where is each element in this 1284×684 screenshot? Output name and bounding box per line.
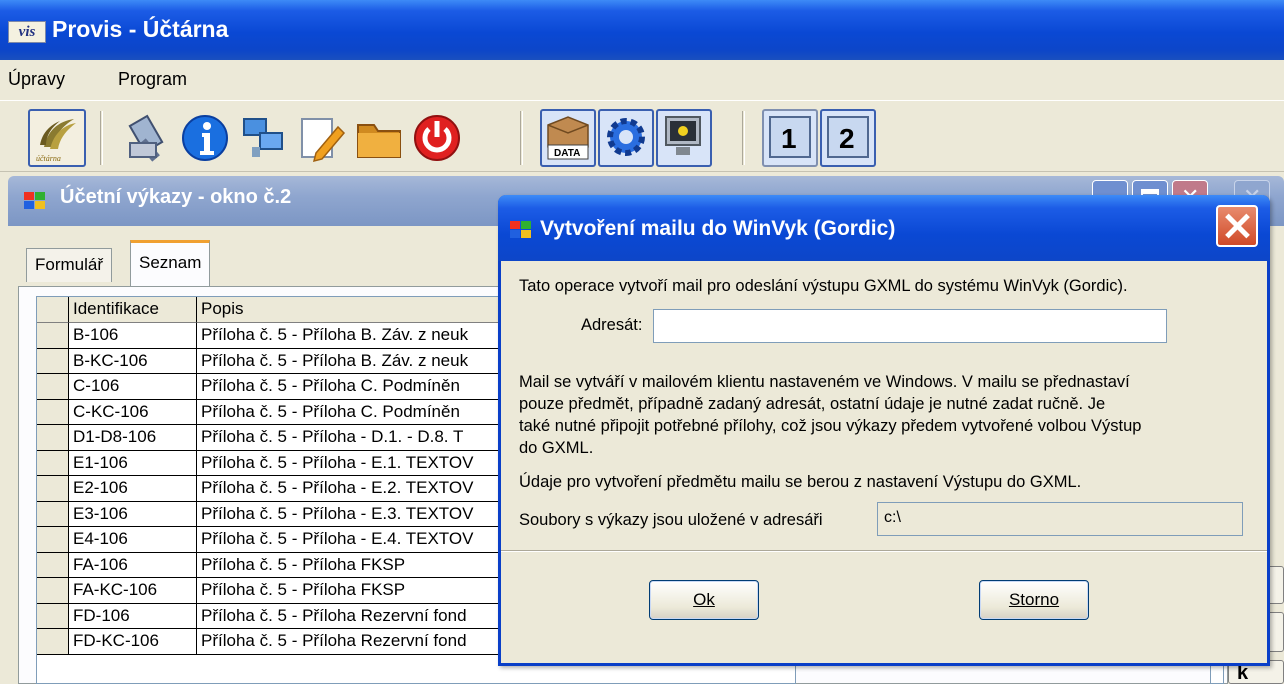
cell-identifikace: E4-106 [69,527,197,553]
child-window-title: Účetní výkazy - okno č.2 [60,186,292,208]
tab-seznam[interactable]: Seznam [130,240,211,286]
app-titlebar: vis Provis - Účtárna [0,0,1284,60]
row-selector[interactable] [37,603,69,629]
power-icon[interactable] [412,113,462,163]
uctarna-logo-icon: účtárna [36,119,76,163]
menubar: Úpravy Program [0,60,1284,100]
uctarna-button[interactable]: účtárna [28,109,86,167]
cell-identifikace: FD-KC-106 [69,629,197,655]
toolbar-separator [520,111,523,165]
cell-identifikace: FA-106 [69,552,197,578]
tools-icon[interactable] [122,113,172,163]
window-flag-icon [24,192,46,210]
svg-text:1: 1 [781,123,797,154]
row-selector[interactable] [37,425,69,451]
menu-program[interactable]: Program [118,69,187,90]
mail-dialog: Vytvoření mailu do WinVyk (Gordic) Tato … [498,195,1270,666]
row-selector[interactable] [37,527,69,553]
row-selector-header [37,297,69,323]
toolbar: účtárna DATA 1 2 [0,100,1284,172]
cell-identifikace: C-KC-106 [69,399,197,425]
window-1-button[interactable]: 1 [762,109,818,167]
info-line-1: Mail se vytváří v mailovém klientu nasta… [519,373,1130,391]
row-selector[interactable] [37,399,69,425]
cell-identifikace: E2-106 [69,476,197,502]
info-line-4: do GXML. [519,439,594,457]
edit-icon[interactable] [296,113,346,163]
monitor-icon [665,116,701,155]
cell-identifikace: D1-D8-106 [69,425,197,451]
svg-text:účtárna: účtárna [36,154,61,163]
network-icon[interactable] [238,113,288,163]
window-2-icon: 2 [827,116,869,158]
cancel-button[interactable]: Storno [979,580,1089,620]
dialog-divider [501,550,1267,552]
row-selector[interactable] [37,552,69,578]
window-1-icon: 1 [769,116,811,158]
cell-identifikace: FA-KC-106 [69,578,197,604]
window-2-button[interactable]: 2 [820,109,876,167]
cell-identifikace: FD-106 [69,603,197,629]
dialog-title: Vytvoření mailu do WinVyk (Gordic) [540,217,896,240]
row-selector[interactable] [37,450,69,476]
dialog-intro-text: Tato operace vytvoří mail pro odeslání v… [519,277,1128,295]
subject-note-text: Údaje pro vytvoření předmětu mailu se be… [519,473,1082,491]
folder-label: Soubory s výkazy jsou uložené v adresáři [519,511,823,529]
toolbar-separator [100,111,103,165]
info-line-3: také nutné připojit potřebné přílohy, co… [519,417,1142,435]
cell-identifikace: E3-106 [69,501,197,527]
info-icon[interactable] [180,113,230,163]
row-selector[interactable] [37,501,69,527]
svg-text:2: 2 [839,123,855,154]
monitor-button[interactable] [656,109,712,167]
cell-identifikace: B-106 [69,323,197,349]
folder-path-field[interactable]: c:\ [877,502,1243,536]
row-selector[interactable] [37,578,69,604]
row-selector[interactable] [37,629,69,655]
ok-button[interactable]: Ok [649,580,759,620]
info-line-2: pouze předmět, případně zadaný adresát, … [519,395,1106,413]
cell-identifikace: B-KC-106 [69,348,197,374]
column-header-identifikace[interactable]: Identifikace [69,297,197,323]
folder-icon[interactable] [354,113,404,163]
row-selector[interactable] [37,348,69,374]
dialog-titlebar: Vytvoření mailu do WinVyk (Gordic) [498,195,1270,261]
settings-button[interactable] [598,109,654,167]
data-button[interactable]: DATA [540,109,596,167]
row-selector[interactable] [37,476,69,502]
ok-button-label: Ok [693,590,715,609]
app-logo: vis [8,21,46,43]
svg-text:DATA: DATA [554,148,580,159]
menu-upravy[interactable]: Úpravy [8,69,65,90]
data-box-icon: DATA [547,116,589,160]
cell-identifikace: C-106 [69,374,197,400]
window-flag-icon [510,221,532,239]
toolbar-separator [742,111,745,165]
row-selector[interactable] [37,374,69,400]
tab-formular[interactable]: Formulář [26,248,113,282]
row-selector[interactable] [37,323,69,349]
recipient-label: Adresát: [581,316,643,334]
recipient-input[interactable] [653,309,1167,343]
settings-gear-icon [607,118,645,156]
dialog-close-button[interactable] [1216,205,1258,247]
cancel-button-label: Storno [1008,590,1060,609]
app-title: Provis - Účtárna [52,16,229,42]
cell-identifikace: E1-106 [69,450,197,476]
